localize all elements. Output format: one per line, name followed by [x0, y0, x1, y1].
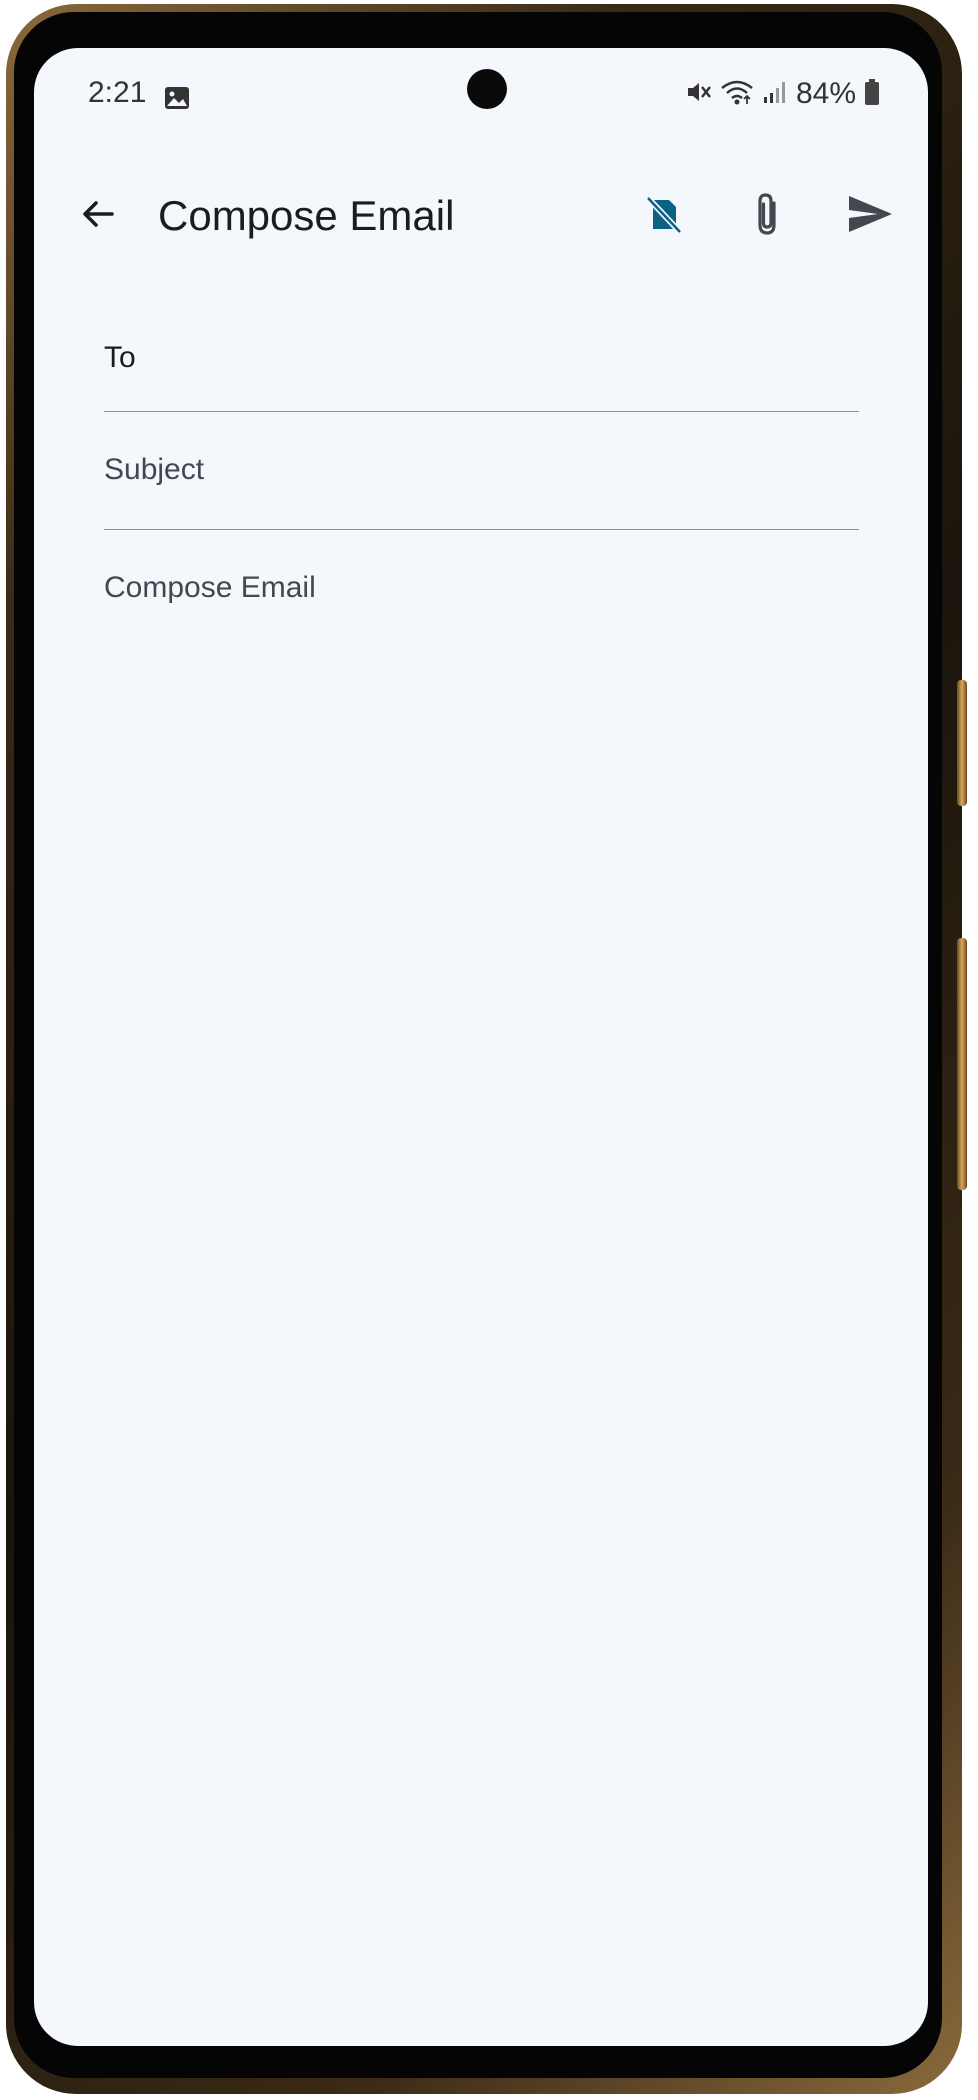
arrow-back-icon [78, 194, 118, 239]
back-button[interactable] [68, 186, 128, 246]
subject-placeholder: Subject [104, 453, 205, 486]
battery-percent: 84% [795, 77, 856, 110]
attach-button[interactable] [738, 186, 798, 246]
body-placeholder: Compose Email [104, 571, 316, 604]
sim-off-icon [642, 192, 686, 241]
attach-icon [746, 189, 790, 244]
status-time: 2:21 [88, 76, 147, 109]
image-notification-icon [164, 86, 190, 110]
status-bar: 2:21 84% [34, 48, 928, 148]
mute-icon [684, 78, 712, 111]
volume-button [957, 680, 967, 806]
send-button[interactable] [840, 186, 900, 246]
to-field[interactable]: To [104, 318, 859, 412]
wifi-icon [720, 78, 754, 111]
email-body-field[interactable]: Compose Email [104, 530, 859, 1930]
send-icon [846, 192, 894, 241]
battery-icon [864, 78, 880, 111]
top-app-bar: Compose Email [34, 168, 928, 264]
page-title: Compose Email [158, 192, 455, 239]
to-label: To [104, 341, 136, 374]
signal-icon [762, 79, 788, 110]
sim-off-button[interactable] [634, 186, 694, 246]
phone-screen: 2:21 84% Compose Email To Subject Compos… [34, 48, 928, 2046]
power-button [957, 938, 967, 1190]
subject-field[interactable]: Subject [104, 412, 859, 530]
